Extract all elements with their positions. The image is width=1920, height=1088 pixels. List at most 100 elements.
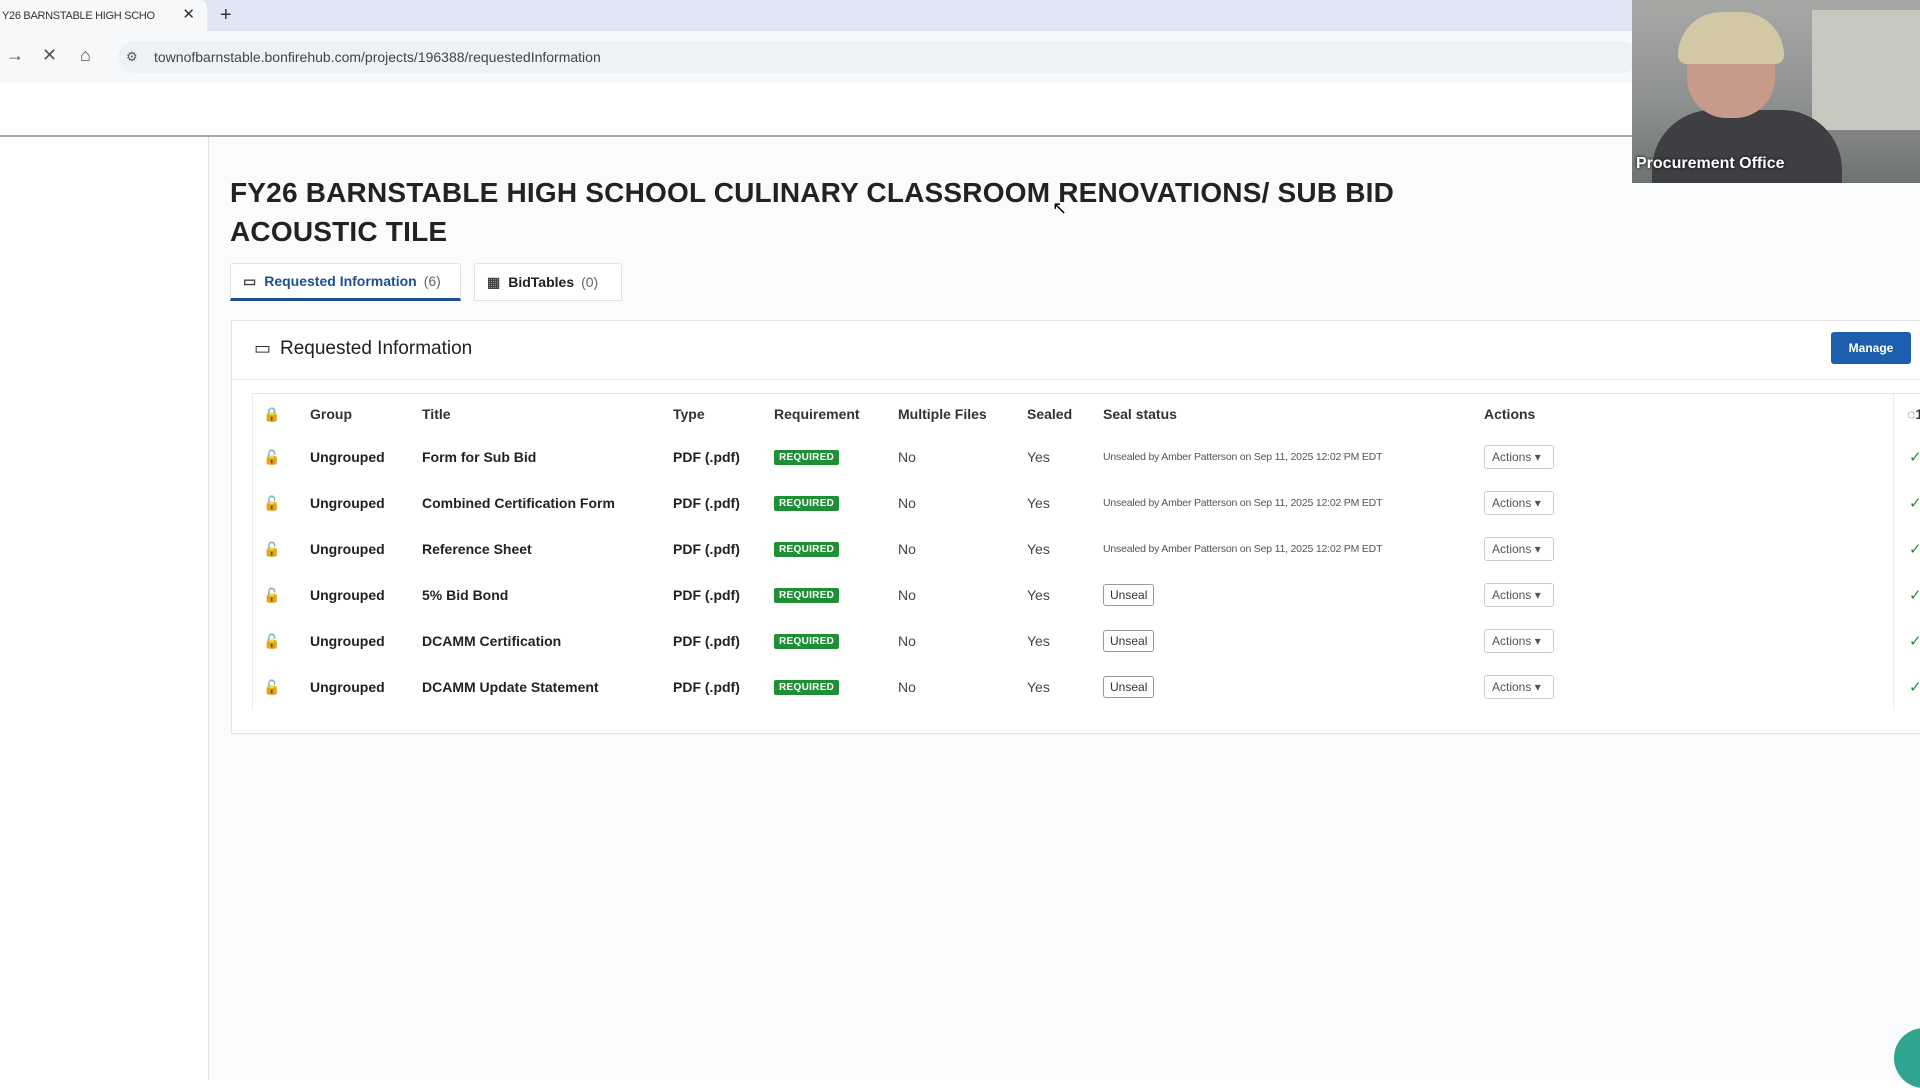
unseal-button[interactable]: Unseal	[1103, 676, 1155, 698]
table-row: 🔓 Ungrouped 5% Bid Bond PDF (.pdf) REQUI…	[253, 572, 1920, 618]
actions-dropdown[interactable]: Actions ▾	[1484, 572, 1554, 618]
row-type: PDF (.pdf)	[673, 587, 740, 603]
required-badge: REQUIRED	[774, 664, 840, 710]
address-bar[interactable]: ⚙ townofbarnstable.bonfirehub.com/projec…	[118, 41, 1638, 73]
stop-icon[interactable]: ✕	[42, 45, 57, 65]
row-group: Ungrouped	[310, 541, 385, 557]
row-type: PDF (.pdf)	[673, 495, 740, 511]
manage-button[interactable]: Manage	[1831, 332, 1911, 364]
table-row: 🔓 Ungrouped Combined Certification Form …	[253, 480, 1920, 526]
table-icon: ▦	[487, 273, 501, 290]
column-header-actions: Actions	[1484, 406, 1536, 422]
check-icon: ✓	[1909, 495, 1920, 512]
column-header-sealed[interactable]: Sealed	[1027, 394, 1072, 434]
refresh-column-header: ◌ 1	[1907, 406, 1920, 422]
browser-tab[interactable]: Y26 BARNSTABLE HIGH SCHO ✕	[0, 0, 207, 31]
check-icon: ✓	[1909, 679, 1920, 696]
row-type: PDF (.pdf)	[673, 633, 740, 649]
required-badge: REQUIRED	[774, 618, 840, 664]
panel-header: ▭ Requested Information Manage	[232, 321, 1920, 380]
actions-button[interactable]: Actions ▾	[1484, 675, 1554, 699]
actions-dropdown[interactable]: Actions ▾	[1484, 434, 1554, 480]
row-sealed: Yes	[1027, 633, 1050, 649]
row-title: Combined Certification Form	[422, 495, 615, 511]
table-header-row: 🔒 Group Title Type Requirement Multiple …	[253, 394, 1920, 434]
row-group: Ungrouped	[310, 679, 385, 695]
inbox-icon: ▭	[243, 272, 257, 289]
row-sealed: Yes	[1027, 587, 1050, 603]
row-multiple-files: No	[898, 587, 916, 603]
tab-bidtables[interactable]: ▦ BidTables (0)	[474, 263, 622, 301]
site-settings-icon[interactable]: ⚙	[126, 49, 146, 65]
video-call-tile: Procurement Office	[1632, 0, 1920, 183]
unseal-button[interactable]: Unseal	[1103, 584, 1155, 606]
check-icon: ✓	[1909, 587, 1920, 604]
actions-dropdown[interactable]: Actions ▾	[1484, 480, 1554, 526]
actions-dropdown[interactable]: Actions ▾	[1484, 618, 1554, 664]
mouse-cursor-icon: ↖	[1052, 198, 1068, 218]
actions-dropdown[interactable]: Actions ▾	[1484, 526, 1554, 572]
home-icon[interactable]: ⌂	[80, 45, 91, 65]
row-sealed: Yes	[1027, 495, 1050, 511]
inbox-icon: ▭	[254, 338, 272, 358]
actions-button[interactable]: Actions ▾	[1484, 491, 1554, 515]
panel-title: Requested Information	[280, 338, 473, 359]
row-seal-status: Unseal	[1103, 572, 1155, 618]
page-title: FY26 BARNSTABLE HIGH SCHOOL CULINARY CLA…	[230, 177, 1395, 247]
unlocked-icon: 🔓	[263, 586, 281, 603]
column-header-title[interactable]: Title	[422, 394, 451, 434]
arrow-right-icon[interactable]: →	[6, 45, 24, 65]
browser-tab-title: Y26 BARNSTABLE HIGH SCHO	[2, 9, 155, 22]
unlocked-icon: 🔓	[263, 540, 281, 557]
row-group: Ungrouped	[310, 495, 385, 511]
required-badge: REQUIRED	[774, 480, 840, 526]
row-multiple-files: No	[898, 495, 916, 511]
unseal-button[interactable]: Unseal	[1103, 630, 1155, 652]
tab-requested-information[interactable]: ▭ Requested Information (6)	[230, 263, 461, 301]
requested-information-table: 🔒 Group Title Type Requirement Multiple …	[252, 393, 1920, 710]
required-badge: REQUIRED	[774, 434, 840, 480]
column-header-type[interactable]: Type	[673, 394, 705, 434]
required-badge: REQUIRED	[774, 572, 840, 618]
row-sealed: Yes	[1027, 449, 1050, 465]
actions-button[interactable]: Actions ▾	[1484, 537, 1554, 561]
row-sealed: Yes	[1027, 541, 1050, 557]
tab-count: (6)	[423, 273, 441, 289]
unlocked-icon: 🔓	[263, 632, 281, 649]
table-row: 🔓 Ungrouped Form for Sub Bid PDF (.pdf) …	[253, 434, 1920, 480]
requested-information-panel: ▭ Requested Information Manage 🔒 Group T…	[231, 320, 1920, 734]
row-title: Reference Sheet	[422, 541, 532, 557]
unlocked-icon: 🔓	[263, 494, 281, 511]
refresh-icon: ◌	[1907, 406, 1916, 422]
tab-label: Requested Information	[264, 273, 417, 289]
row-title: DCAMM Certification	[422, 633, 562, 649]
row-group: Ungrouped	[310, 449, 385, 465]
left-sidebar	[0, 137, 209, 1080]
actions-button[interactable]: Actions ▾	[1484, 445, 1554, 469]
row-title: Form for Sub Bid	[422, 449, 537, 465]
column-header-requirement[interactable]: Requirement	[774, 394, 860, 434]
column-header-multiple-files[interactable]: Multiple Files	[898, 394, 987, 434]
row-type: PDF (.pdf)	[673, 449, 740, 465]
row-multiple-files: No	[898, 449, 916, 465]
url-text[interactable]: townofbarnstable.bonfirehub.com/projects…	[154, 49, 601, 65]
row-type: PDF (.pdf)	[673, 679, 740, 695]
row-type: PDF (.pdf)	[673, 541, 740, 557]
actions-button[interactable]: Actions ▾	[1484, 629, 1554, 653]
check-icon: ✓	[1909, 633, 1920, 650]
new-tab-icon[interactable]: +	[220, 4, 232, 26]
row-multiple-files: No	[898, 541, 916, 557]
row-multiple-files: No	[898, 679, 916, 695]
row-seal-status: Unseal	[1103, 618, 1155, 664]
row-seal-status: Unsealed by Amber Patterson on Sep 11, 2…	[1103, 451, 1383, 463]
actions-button[interactable]: Actions ▾	[1484, 583, 1554, 607]
main-content: FY26 BARNSTABLE HIGH SCHOOL CULINARY CLA…	[209, 137, 1920, 1080]
row-seal-status: Unsealed by Amber Patterson on Sep 11, 2…	[1103, 543, 1383, 555]
actions-dropdown[interactable]: Actions ▾	[1484, 664, 1554, 710]
table-row: 🔓 Ungrouped DCAMM Update Statement PDF (…	[253, 664, 1920, 710]
close-icon[interactable]: ✕	[182, 6, 195, 24]
required-badge: REQUIRED	[774, 526, 840, 572]
column-header-seal-status[interactable]: Seal status	[1103, 394, 1177, 434]
column-header-group[interactable]: Group	[310, 394, 352, 434]
table-row: 🔓 Ungrouped Reference Sheet PDF (.pdf) R…	[253, 526, 1920, 572]
